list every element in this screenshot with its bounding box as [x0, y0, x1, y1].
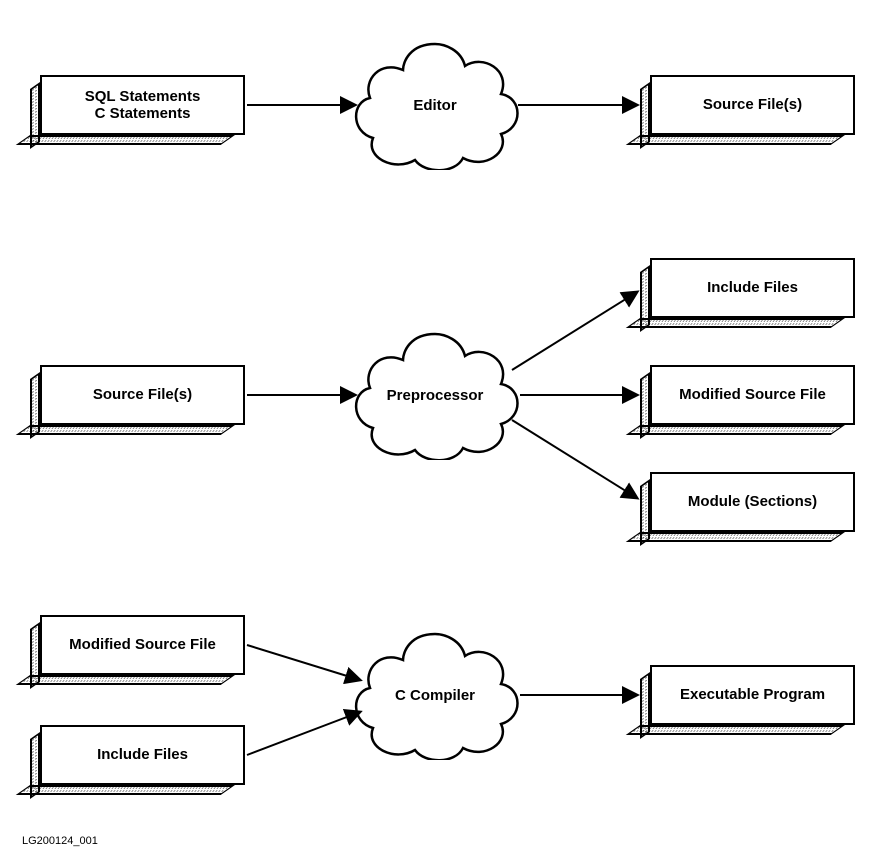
box-label: Include Files	[97, 746, 188, 763]
cloud-label: Preprocessor	[387, 387, 484, 404]
figure-code: LG200124_001	[22, 835, 98, 847]
box-include-files-in: Include Files	[40, 725, 245, 785]
box-label: Source File(s)	[93, 386, 192, 403]
arrow	[247, 645, 360, 680]
box-sql-c-statements: SQL StatementsC Statements	[40, 75, 245, 135]
box-modified-source-out: Modified Source File	[650, 365, 855, 425]
diagram-canvas: SQL StatementsC Statements Editor Source…	[0, 0, 894, 867]
cloud-preprocessor: Preprocessor	[345, 330, 525, 460]
box-include-files-out: Include Files	[650, 258, 855, 318]
cloud-label: Editor	[413, 97, 456, 114]
cloud-label: C Compiler	[395, 687, 475, 704]
box-label: Include Files	[707, 279, 798, 296]
cloud-editor: Editor	[345, 40, 525, 170]
box-label: Module (Sections)	[688, 493, 817, 510]
box-label: Source File(s)	[703, 96, 802, 113]
box-modified-source-in: Modified Source File	[40, 615, 245, 675]
arrow	[247, 712, 360, 755]
box-label: Executable Program	[680, 686, 825, 703]
arrow	[512, 292, 637, 370]
box-module-sections: Module (Sections)	[650, 472, 855, 532]
box-label: SQL StatementsC Statements	[85, 88, 201, 123]
box-executable-program: Executable Program	[650, 665, 855, 725]
box-source-files-out: Source File(s)	[650, 75, 855, 135]
arrow	[512, 420, 637, 498]
box-label: Modified Source File	[679, 386, 826, 403]
box-label: Modified Source File	[69, 636, 216, 653]
box-source-files-in: Source File(s)	[40, 365, 245, 425]
cloud-compiler: C Compiler	[345, 630, 525, 760]
